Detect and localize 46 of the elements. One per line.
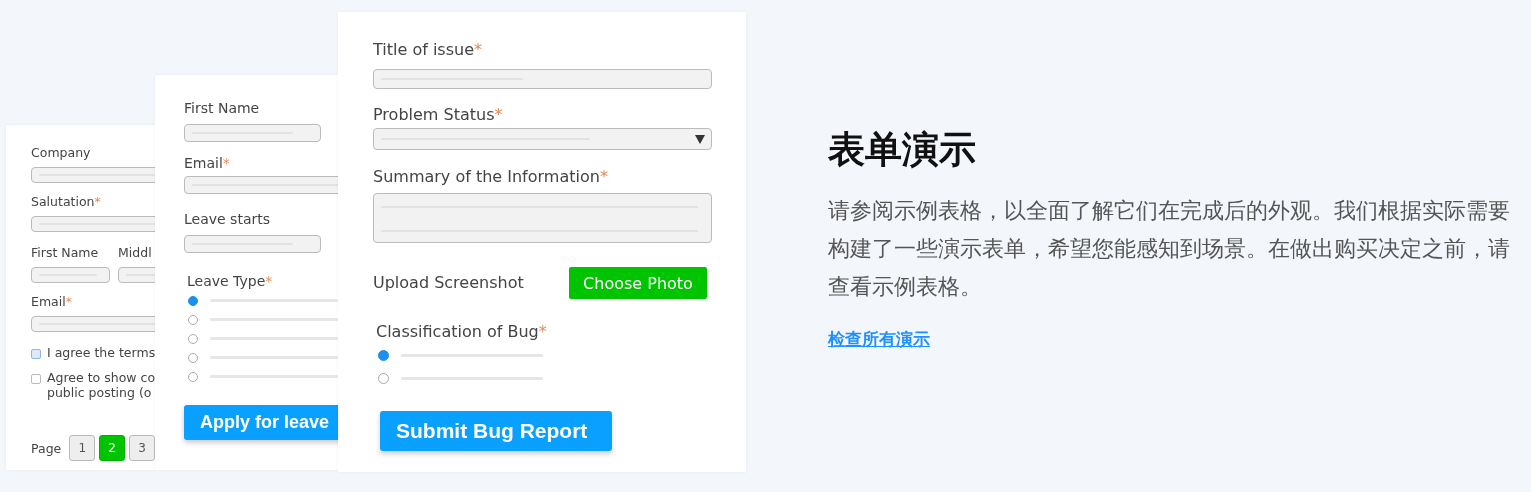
input-field[interactable]	[373, 69, 712, 89]
field-label: Classification of Bug*	[375, 322, 547, 342]
field-label: First Name	[31, 244, 99, 262]
field-label: Email*	[31, 293, 72, 311]
radio-button[interactable]	[378, 350, 389, 361]
field-label: Title of issue*	[373, 40, 482, 60]
radio-button[interactable]	[188, 333, 198, 344]
checkbox[interactable]	[31, 349, 41, 359]
section-title: 表单演示	[828, 128, 976, 172]
radio-button[interactable]	[188, 371, 198, 382]
field-label: Middl	[118, 244, 152, 262]
page-button[interactable]: 1	[69, 435, 96, 461]
submit-button[interactable]: Apply for leave	[184, 405, 338, 440]
input-field[interactable]	[184, 124, 321, 142]
field-label: Company	[31, 144, 91, 162]
radio-button[interactable]	[188, 314, 198, 325]
page-label: Page	[31, 440, 62, 456]
submit-button[interactable]: Submit Bug Report	[380, 411, 612, 451]
field-label: Upload Screenshot	[373, 273, 525, 293]
text-area[interactable]	[373, 193, 712, 243]
input-field[interactable]	[31, 316, 155, 332]
page-button[interactable]: 3	[129, 435, 155, 461]
radio-button[interactable]	[188, 352, 198, 363]
field-label: Problem Status*	[373, 105, 503, 125]
section-description: 请参阅示例表格，以全面了解它们在完成后的外观。我们根据实际需要构建了一些演示表单，希望您能感知到场景。在做出购买决定之前，请查看示例表格。	[828, 197, 1511, 301]
field-label: Summary of the Information*	[373, 167, 608, 187]
radio-button[interactable]	[378, 373, 389, 384]
field-label: Leave starts	[184, 210, 270, 229]
dropdown-field[interactable]	[373, 128, 712, 150]
page-button[interactable]: 2	[99, 435, 126, 461]
caret-icon	[695, 135, 705, 144]
field-label: First Name	[184, 99, 260, 118]
view-all-link[interactable]: 检查所有演示	[828, 328, 930, 351]
field-label: Salutation*	[31, 193, 101, 211]
field-label: Leave Type*	[186, 272, 273, 291]
input-field[interactable]	[31, 167, 155, 183]
input-field[interactable]	[31, 216, 155, 232]
checkbox-label: Agree to show co public posting (o	[47, 370, 155, 400]
choose-photo-button[interactable]: Choose Photo	[569, 267, 707, 299]
field-label: Email*	[184, 154, 230, 173]
input-field[interactable]	[184, 176, 338, 194]
checkbox-label: I agree the terms	[47, 344, 155, 362]
input-field[interactable]	[184, 235, 321, 253]
input-field[interactable]	[31, 267, 110, 283]
radio-button[interactable]	[188, 295, 198, 306]
checkbox[interactable]	[31, 374, 41, 384]
